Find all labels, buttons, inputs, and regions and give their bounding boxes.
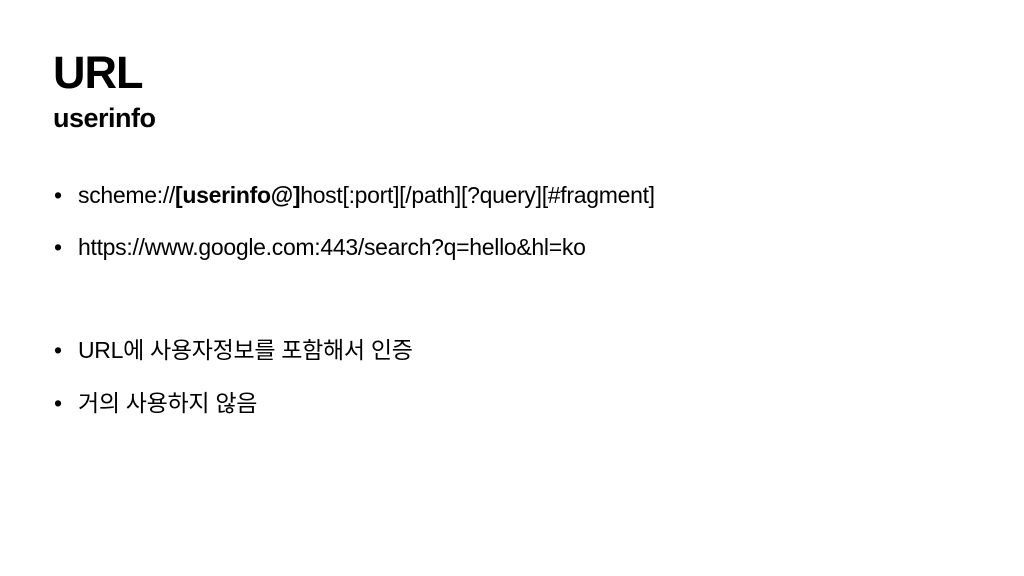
bullet-item-url-syntax: • scheme://[userinfo@]host[:port][/path][… [54, 184, 655, 207]
bullet-text: URL에 사용자정보를 포함해서 인증 [78, 337, 413, 363]
slide: URL userinfo • scheme://[userinfo@]host[:… [0, 0, 1024, 576]
slide-subtitle: userinfo [53, 103, 156, 133]
bullet-item-usage-note: • 거의 사용하지 않음 [54, 392, 257, 415]
bullet-dot: • [54, 337, 62, 363]
bullet-dot: • [54, 182, 62, 208]
bullet-dot: • [54, 390, 62, 416]
bullet-item-auth-note: • URL에 사용자정보를 포함해서 인증 [54, 339, 413, 362]
url-userinfo-part: [userinfo@] [175, 182, 301, 208]
bullet-text: https://www.google.com:443/search?q=hell… [78, 234, 586, 260]
bullet-text: 거의 사용하지 않음 [78, 390, 258, 416]
bullet-text: scheme://[userinfo@]host[:port][/path][?… [78, 184, 655, 207]
url-host-part: host[:port][/path][?query][#fragment] [300, 182, 655, 208]
bullet-item-url-example: • https://www.google.com:443/search?q=hel… [54, 236, 586, 259]
slide-title: URL [53, 47, 143, 98]
bullet-dot: • [54, 234, 62, 260]
url-scheme-part: scheme:// [78, 182, 176, 208]
